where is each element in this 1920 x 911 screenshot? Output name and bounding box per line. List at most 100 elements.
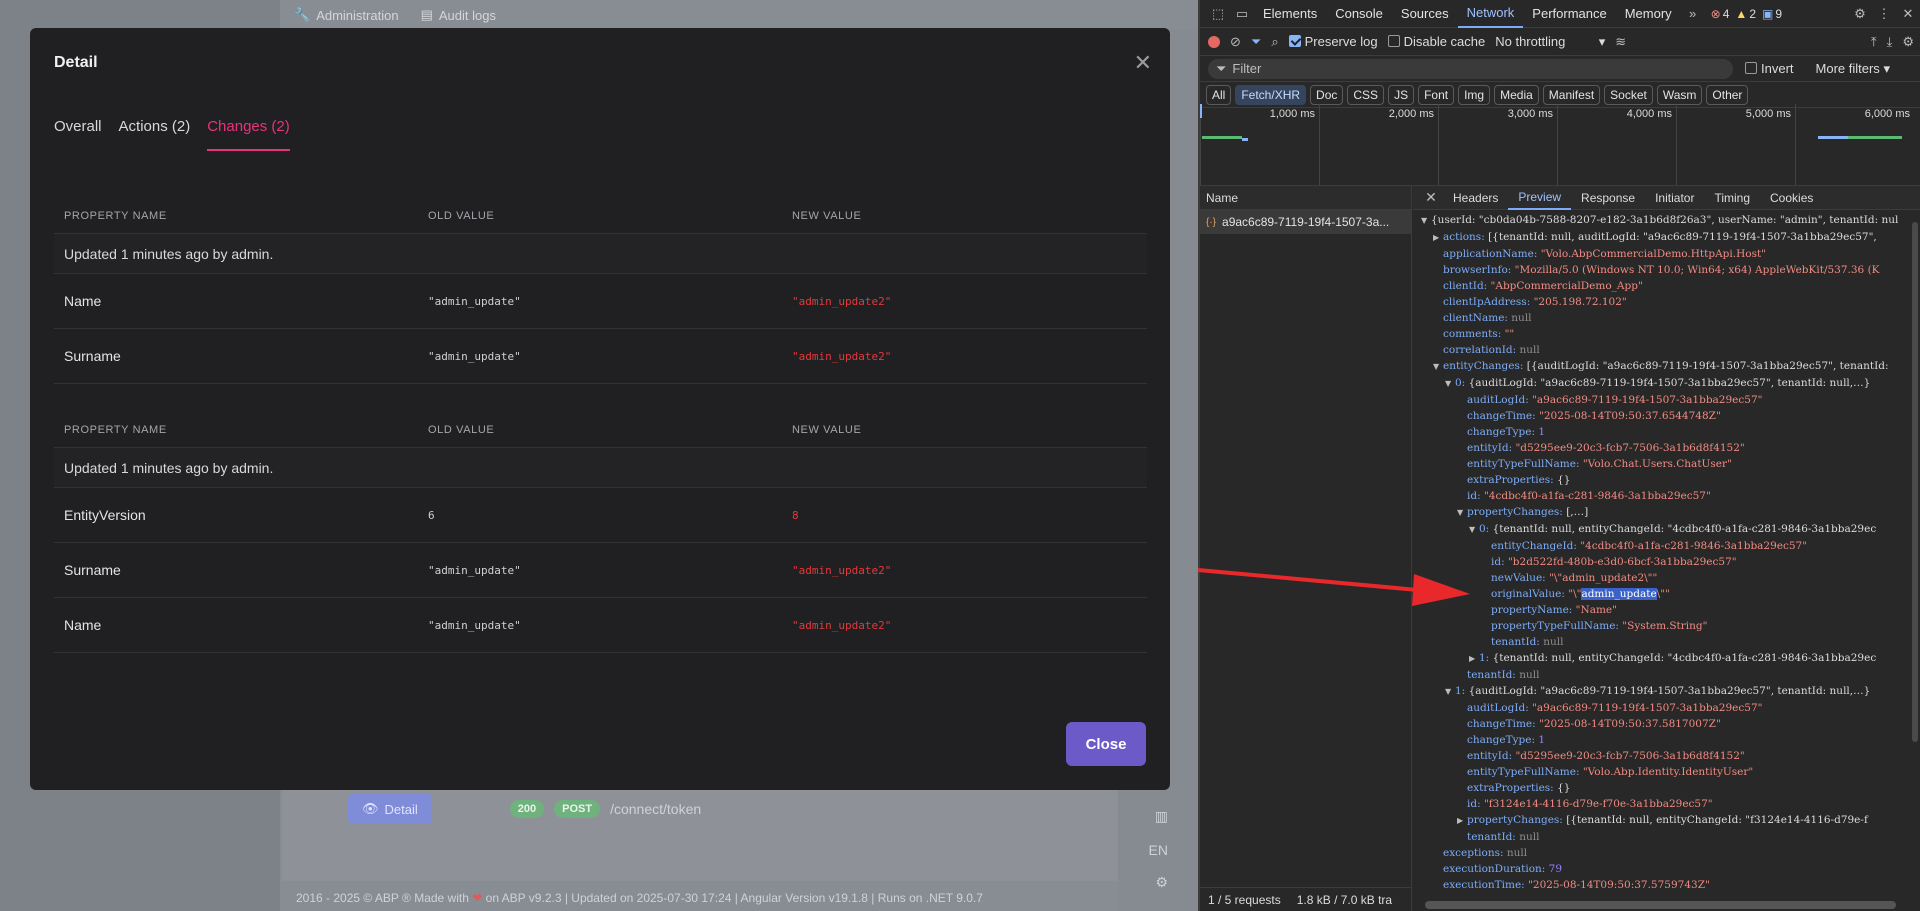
- tab-initiator[interactable]: Initiator: [1645, 186, 1704, 210]
- kebab-menu-icon[interactable]: ⋮: [1872, 6, 1896, 22]
- type-js[interactable]: JS: [1388, 84, 1415, 105]
- json-tree-line[interactable]: ▼ {userId: "cb0da04b-7588-8207-e182-3a1b6…: [1413, 212, 1908, 229]
- horizontal-scrollbar[interactable]: [1425, 901, 1896, 909]
- clear-icon[interactable]: ⊘: [1230, 34, 1241, 50]
- tab-console[interactable]: Console: [1326, 0, 1392, 28]
- request-name: a9ac6c89-7119-19f4-1507-3a...: [1222, 215, 1390, 229]
- json-tree-line: propertyTypeFullName: "System.String": [1413, 618, 1908, 634]
- info-count[interactable]: ▣ 9: [1762, 7, 1782, 21]
- invert-checkbox[interactable]: Invert: [1745, 61, 1794, 76]
- json-key: entityChangeId:: [1491, 540, 1581, 552]
- tab-timing[interactable]: Timing: [1704, 186, 1760, 210]
- filter-input[interactable]: ⏷ Filter: [1208, 58, 1733, 79]
- more-filters-label: More filters: [1815, 60, 1880, 76]
- type-font[interactable]: Font: [1418, 84, 1455, 105]
- network-status-bar: 1 / 5 requests 1.8 kB / 7.0 kB tra: [1200, 887, 1412, 911]
- close-button[interactable]: Close: [1066, 722, 1146, 766]
- json-tree-line[interactable]: ▶ actions: [{tenantId: null, auditLogId: …: [1413, 229, 1908, 246]
- warning-count[interactable]: ▲ 2: [1735, 7, 1756, 21]
- expanded-triangle-icon[interactable]: ▼: [1433, 359, 1443, 375]
- json-tree-line: clientIpAddress: "205.198.72.102": [1413, 294, 1908, 310]
- throttling-select[interactable]: No throttling ▾: [1495, 34, 1605, 50]
- filter-funnel-icon[interactable]: ⏷: [1251, 34, 1261, 50]
- tab-sources[interactable]: Sources: [1392, 0, 1458, 28]
- settings-gear-icon[interactable]: ⚙: [1155, 874, 1168, 891]
- type-socket[interactable]: Socket: [1604, 84, 1653, 105]
- network-timeline[interactable]: 1,000 ms 2,000 ms 3,000 ms 4,000 ms 5,00…: [1200, 104, 1920, 186]
- export-har-icon[interactable]: ⤓: [1887, 34, 1893, 50]
- error-count[interactable]: ⊗ 4: [1711, 7, 1730, 21]
- eye-icon: 👁: [362, 801, 379, 816]
- name-column-header[interactable]: Name: [1200, 186, 1411, 210]
- json-tree-line[interactable]: ▼ 0: {auditLogId: "a9ac6c89-7119-19f4-150…: [1413, 375, 1908, 392]
- layout-icon[interactable]: ▥: [1155, 808, 1168, 825]
- inspect-element-icon[interactable]: ⬚: [1206, 6, 1230, 22]
- json-tree-line[interactable]: ▼ propertyChanges: [,…]: [1413, 504, 1908, 521]
- network-conditions-icon[interactable]: ≋: [1615, 34, 1626, 50]
- disable-cache-checkbox[interactable]: Disable cache: [1387, 34, 1485, 49]
- more-tabs-chevron-icon[interactable]: »: [1681, 6, 1705, 21]
- more-filters-button[interactable]: More filters ▾: [1816, 61, 1890, 77]
- json-tree-line[interactable]: ▼ entityChanges: [{auditLogId: "a9ac6c89-…: [1413, 358, 1908, 375]
- collapsed-triangle-icon[interactable]: ▶: [1457, 813, 1467, 829]
- breadcrumb-audit-label: Audit logs: [438, 7, 496, 23]
- preserve-log-checkbox[interactable]: Preserve log: [1288, 34, 1378, 49]
- tab-memory[interactable]: Memory: [1616, 0, 1681, 28]
- tab-changes[interactable]: Changes (2): [207, 118, 290, 151]
- breadcrumb-administration[interactable]: 🔧 Administration: [294, 7, 399, 23]
- tab-preview[interactable]: Preview: [1508, 186, 1572, 210]
- device-toolbar-icon[interactable]: ▭: [1230, 6, 1254, 22]
- collapsed-triangle-icon[interactable]: ▶: [1469, 651, 1479, 667]
- type-other[interactable]: Other: [1706, 84, 1749, 105]
- type-all[interactable]: All: [1206, 84, 1232, 105]
- json-tree-line[interactable]: ▶ propertyChanges: [{tenantId: null, enti…: [1413, 812, 1908, 829]
- tab-cookies[interactable]: Cookies: [1760, 186, 1823, 210]
- type-doc[interactable]: Doc: [1310, 84, 1344, 105]
- json-tree-line: entityId: "d5295ee9-20c3-fcb7-7506-3a1b6…: [1413, 440, 1908, 456]
- tab-actions[interactable]: Actions (2): [119, 118, 191, 151]
- json-key: executionDuration:: [1443, 863, 1549, 875]
- json-tree-line[interactable]: ▼ 1: {auditLogId: "a9ac6c89-7119-19f4-150…: [1413, 683, 1908, 700]
- expanded-triangle-icon[interactable]: ▼: [1445, 376, 1455, 392]
- expanded-triangle-icon[interactable]: ▼: [1469, 522, 1479, 538]
- search-icon[interactable]: ⌕: [1271, 34, 1278, 50]
- filter-bar: ⏷ Filter Invert More filters ▾: [1200, 56, 1920, 82]
- vertical-scrollbar[interactable]: [1912, 222, 1918, 742]
- tab-headers[interactable]: Headers: [1443, 186, 1508, 210]
- json-value: "2025-08-14T09:50:37.5759743Z": [1528, 879, 1710, 891]
- modal-close-icon[interactable]: ✕: [1134, 50, 1152, 76]
- type-manifest[interactable]: Manifest: [1542, 84, 1601, 105]
- type-media[interactable]: Media: [1494, 84, 1539, 105]
- app-footer: 2016 - 2025 © ABP ® Made with ❤ on ABP v…: [296, 891, 983, 905]
- json-value: null: [1519, 669, 1540, 681]
- close-detail-icon[interactable]: ✕: [1419, 189, 1443, 206]
- tab-overall[interactable]: Overall: [54, 118, 102, 151]
- type-fetch-xhr[interactable]: Fetch/XHR: [1235, 84, 1307, 105]
- row-detail-button[interactable]: 👁 Detail: [348, 794, 432, 824]
- tab-network[interactable]: Network: [1457, 0, 1524, 28]
- type-img[interactable]: Img: [1458, 84, 1491, 105]
- expanded-triangle-icon[interactable]: ▼: [1445, 684, 1455, 700]
- json-tree-line[interactable]: ▼ 0: {tenantId: null, entityChangeId: "4c…: [1413, 521, 1908, 538]
- collapsed-triangle-icon[interactable]: ▶: [1433, 230, 1443, 246]
- breadcrumb-audit-logs[interactable]: ▤ Audit logs: [421, 7, 496, 23]
- json-tree-line[interactable]: ▶ 1: {tenantId: null, entityChangeId: "4c…: [1413, 650, 1908, 667]
- tab-performance[interactable]: Performance: [1523, 0, 1615, 28]
- expanded-triangle-icon[interactable]: ▼: [1421, 213, 1431, 229]
- json-tree-line: tenantId: null: [1413, 667, 1908, 683]
- tab-elements[interactable]: Elements: [1254, 0, 1326, 28]
- language-switch[interactable]: EN: [1149, 842, 1168, 858]
- network-settings-icon[interactable]: ⚙: [1902, 34, 1914, 50]
- import-har-icon[interactable]: ⤒: [1871, 34, 1877, 50]
- json-preview-tree[interactable]: ▼ {userId: "cb0da04b-7588-8207-e182-3a1b6…: [1413, 212, 1908, 897]
- type-css[interactable]: CSS: [1347, 84, 1385, 105]
- timeline-gridline: [1319, 104, 1320, 186]
- json-value: {tenantId: null, entityChangeId: "4cdbc4…: [1492, 523, 1877, 535]
- close-devtools-icon[interactable]: ✕: [1896, 6, 1920, 22]
- type-wasm[interactable]: Wasm: [1656, 84, 1703, 105]
- record-icon[interactable]: [1208, 35, 1220, 48]
- settings-gear-icon[interactable]: ⚙: [1848, 6, 1872, 22]
- tab-response[interactable]: Response: [1571, 186, 1645, 210]
- request-row[interactable]: {·} a9ac6c89-7119-19f4-1507-3a...: [1200, 210, 1411, 234]
- expanded-triangle-icon[interactable]: ▼: [1457, 505, 1467, 521]
